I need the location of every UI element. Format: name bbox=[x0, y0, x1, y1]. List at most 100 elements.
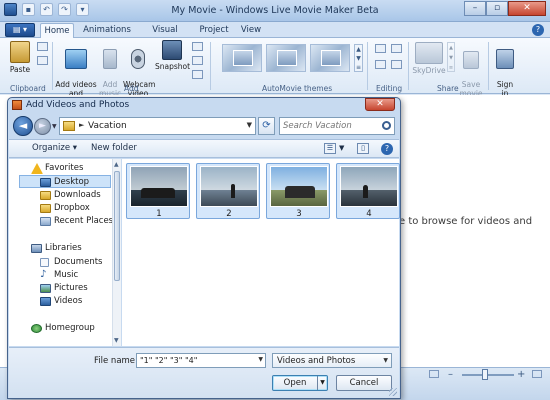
file-list[interactable]: 1 2 3 4 bbox=[122, 159, 400, 346]
maximize-button[interactable]: ▫ bbox=[486, 1, 508, 16]
refresh-button[interactable]: ⟳ bbox=[258, 117, 275, 135]
organize-menu[interactable]: Organize ▾ bbox=[32, 143, 77, 153]
rotate-left-icon[interactable] bbox=[375, 44, 386, 53]
file-item[interactable]: 4 bbox=[336, 163, 400, 219]
dialog-close-button[interactable]: ✕ bbox=[365, 98, 395, 111]
automovie-theme-thumb[interactable] bbox=[222, 44, 262, 72]
credits-icon[interactable] bbox=[192, 70, 203, 79]
nav-desktop[interactable]: Desktop bbox=[19, 175, 111, 188]
tab-home[interactable]: Home bbox=[40, 23, 74, 38]
change-view-icon[interactable]: ☰ bbox=[324, 143, 336, 154]
nav-homegroup-label: Homegroup bbox=[45, 323, 95, 333]
paste-label: Paste bbox=[9, 65, 31, 74]
navigation-scrollbar[interactable]: ▲ ▼ bbox=[112, 159, 121, 346]
tab-project[interactable]: Project bbox=[197, 23, 231, 38]
copy-icon[interactable] bbox=[37, 56, 48, 65]
scroll-down-icon[interactable]: ▼ bbox=[114, 337, 119, 344]
file-item[interactable]: 1 bbox=[126, 163, 190, 219]
scrollbar-thumb[interactable] bbox=[114, 171, 120, 281]
group-label-clipboard: Clipboard bbox=[10, 84, 46, 93]
nav-favorites[interactable]: Favorites bbox=[9, 162, 105, 175]
homegroup-icon bbox=[31, 324, 42, 333]
save-movie-button[interactable]: Save movie bbox=[458, 42, 484, 98]
storyboard-view-icon[interactable] bbox=[429, 370, 439, 378]
back-button[interactable]: ◄ bbox=[13, 116, 33, 136]
documents-icon bbox=[40, 258, 49, 267]
clipboard-icon bbox=[10, 41, 30, 63]
automovie-theme-thumb[interactable] bbox=[266, 44, 306, 72]
application-menu-button[interactable]: ▤ ▾ bbox=[5, 23, 35, 37]
new-folder-button[interactable]: New folder bbox=[91, 143, 137, 153]
nav-music[interactable]: ♪ Music bbox=[9, 269, 105, 282]
add-videos-photos-dialog: Add Videos and Photos ✕ ◄ ► ▼ ► Vacation… bbox=[7, 97, 401, 399]
title-icon[interactable] bbox=[192, 56, 203, 65]
music-icon: ♪ bbox=[40, 269, 47, 280]
paste-button[interactable]: Paste bbox=[6, 41, 34, 74]
caption-icon[interactable] bbox=[192, 42, 203, 51]
nav-pictures[interactable]: Pictures bbox=[9, 282, 105, 295]
tab-visual-effects[interactable]: Visual Effects bbox=[138, 23, 192, 49]
minimize-button[interactable]: – bbox=[464, 1, 486, 16]
file-type-select[interactable]: Videos and Photos ▼ bbox=[272, 353, 392, 368]
address-dropdown-icon[interactable]: ▼ bbox=[247, 121, 252, 129]
webcam-icon bbox=[131, 49, 145, 69]
nav-downloads[interactable]: Downloads bbox=[9, 189, 105, 202]
address-bar[interactable]: ► Vacation ▼ bbox=[59, 117, 256, 135]
resize-grip[interactable] bbox=[389, 388, 397, 396]
close-button[interactable]: ✕ bbox=[508, 1, 546, 16]
open-button[interactable]: Open ▼ bbox=[272, 375, 328, 391]
themes-scroll-icon[interactable]: ▲ ▼ ≡ bbox=[354, 44, 363, 72]
snapshot-label: Snapshot bbox=[155, 62, 191, 71]
recent-locations-dropdown-icon[interactable]: ▼ bbox=[52, 123, 57, 130]
dropbox-folder-icon bbox=[40, 204, 51, 213]
automovie-theme-thumb[interactable] bbox=[310, 44, 350, 72]
file-item[interactable]: 2 bbox=[196, 163, 260, 219]
rotate-right-icon[interactable] bbox=[391, 60, 402, 69]
dialog-title: Add Videos and Photos bbox=[26, 100, 130, 110]
title-bar: ▪ ↶ ↷ ▾ My Movie - Windows Live Movie Ma… bbox=[0, 0, 550, 22]
breadcrumb[interactable]: Vacation bbox=[88, 121, 127, 131]
zoom-slider-handle[interactable] bbox=[482, 369, 488, 380]
forward-button[interactable]: ► bbox=[34, 118, 51, 135]
fullscreen-icon[interactable] bbox=[532, 370, 542, 378]
file-name-dropdown-icon[interactable]: ▼ bbox=[258, 356, 263, 363]
skydrive-button[interactable]: SkyDrive bbox=[412, 42, 446, 75]
search-icon[interactable] bbox=[382, 121, 391, 130]
file-name-field[interactable] bbox=[137, 354, 255, 367]
view-dropdown-icon[interactable]: ▼ bbox=[339, 144, 344, 152]
search-box[interactable] bbox=[279, 117, 395, 135]
nav-libraries[interactable]: Libraries bbox=[9, 242, 105, 255]
zoom-out-icon[interactable]: – bbox=[448, 369, 453, 380]
file-item[interactable]: 3 bbox=[266, 163, 330, 219]
help-icon[interactable]: ? bbox=[532, 24, 544, 36]
select-all-icon[interactable] bbox=[375, 60, 386, 69]
dialog-help-icon[interactable]: ? bbox=[381, 143, 393, 155]
cut-icon[interactable] bbox=[37, 42, 48, 51]
add-media-icon bbox=[65, 49, 87, 69]
tab-animations[interactable]: Animations bbox=[80, 23, 134, 38]
search-input[interactable] bbox=[280, 118, 378, 134]
file-name-combobox[interactable]: ▼ bbox=[136, 353, 266, 368]
nav-videos[interactable]: Videos bbox=[9, 295, 105, 308]
preview-pane-icon[interactable]: ▯ bbox=[357, 143, 369, 154]
open-options-dropdown-icon[interactable]: ▼ bbox=[317, 376, 327, 390]
nav-recent-places[interactable]: Recent Places bbox=[9, 215, 112, 228]
nav-homegroup[interactable]: Homegroup bbox=[9, 322, 105, 335]
add-music-button[interactable]: Add music bbox=[99, 40, 121, 98]
sign-in-button[interactable]: Sign in bbox=[494, 40, 516, 98]
snapshot-button[interactable]: Snapshot bbox=[155, 40, 191, 71]
zoom-in-icon[interactable]: + bbox=[517, 369, 525, 380]
zoom-slider[interactable] bbox=[462, 374, 514, 376]
window-controls: – ▫ ✕ bbox=[464, 1, 546, 16]
cancel-button[interactable]: Cancel bbox=[336, 375, 392, 391]
scroll-up-icon[interactable]: ▲ bbox=[114, 161, 119, 168]
nav-dropbox[interactable]: Dropbox bbox=[9, 202, 105, 215]
file-thumbnail bbox=[270, 166, 328, 207]
file-type-dropdown-icon[interactable]: ▼ bbox=[383, 357, 388, 364]
nav-documents[interactable]: Documents bbox=[9, 256, 105, 269]
file-thumbnail bbox=[200, 166, 258, 207]
tab-view[interactable]: View bbox=[237, 23, 265, 38]
breadcrumb-arrow-icon[interactable]: ► bbox=[79, 121, 84, 129]
remove-icon[interactable] bbox=[391, 44, 402, 53]
share-scroll-icon[interactable]: ▲ ▼ ≡ bbox=[447, 42, 455, 72]
